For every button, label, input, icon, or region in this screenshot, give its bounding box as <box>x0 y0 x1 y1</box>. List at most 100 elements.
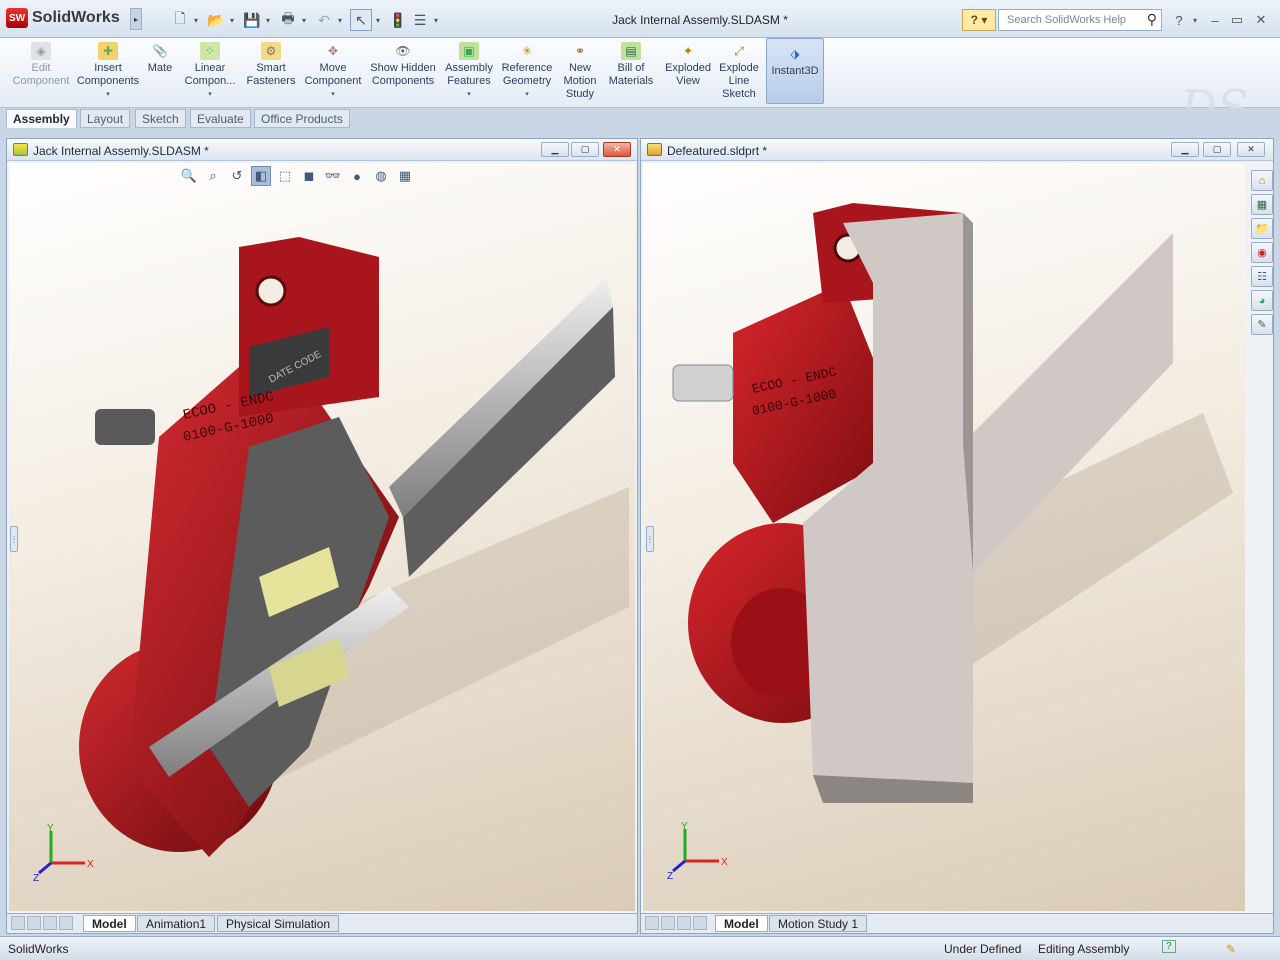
select-dropdown-icon[interactable]: ▾ <box>372 9 384 31</box>
solidworks-resources-icon[interactable]: ⌂ <box>1251 170 1273 191</box>
instant3d-button[interactable]: ⬗ Instant3D <box>766 38 824 104</box>
maximize-icon[interactable]: ▭ <box>1228 9 1246 31</box>
bill-of-materials-button[interactable]: ▤ Bill of Materials <box>604 42 658 104</box>
edit-appearance-icon[interactable]: ● <box>347 166 367 186</box>
select-pointer-icon[interactable]: ↖ <box>350 9 372 31</box>
zoom-to-area-icon[interactable]: ⌕ <box>203 166 223 186</box>
right-minimize-icon[interactable]: ▁ <box>1171 142 1199 157</box>
tab-office-products[interactable]: Office Products <box>254 109 350 128</box>
left-restore-icon[interactable]: ▢ <box>571 142 599 157</box>
exploded-view-button[interactable]: ✦ Exploded View <box>662 42 714 104</box>
open-folder-icon[interactable]: 📂 <box>206 9 226 31</box>
tab-animation1[interactable]: Animation1 <box>137 915 216 932</box>
next-tab-icon[interactable] <box>43 916 57 930</box>
triad-y-label: Y <box>47 823 54 834</box>
reference-geometry-dropdown-icon[interactable]: ▾ <box>525 88 529 101</box>
new-document-icon[interactable]: 🗋 <box>170 9 190 31</box>
assembly-features-button[interactable]: ▣ Assembly Features ▾ <box>442 42 496 104</box>
close-icon[interactable]: ✕ <box>1252 9 1270 31</box>
move-component-label: Move Component <box>304 62 362 87</box>
first-tab-icon[interactable] <box>11 916 25 930</box>
reference-geometry-button[interactable]: ✳ Reference Geometry ▾ <box>498 42 556 104</box>
help-search-input[interactable]: Search SolidWorks Help ⚲ <box>998 9 1162 31</box>
right-prev-tab-icon[interactable] <box>661 916 675 930</box>
save-icon[interactable]: 💾 <box>242 9 262 31</box>
right-panel-grip[interactable]: ⋮ <box>646 526 654 552</box>
right-next-tab-icon[interactable] <box>677 916 691 930</box>
bill-of-materials-icon: ▤ <box>621 42 641 60</box>
explode-line-sketch-icon: ⤢ <box>734 43 744 58</box>
tab-motion-study-1[interactable]: Motion Study 1 <box>769 915 868 932</box>
tab-assembly[interactable]: Assembly <box>6 109 77 128</box>
jack-assembly-section-model: ECOO - ENDC 0100-G-1000 DATE CODE <box>79 237 629 857</box>
status-help-icon[interactable]: ? <box>1162 940 1176 953</box>
move-component-dropdown-icon[interactable]: ▾ <box>331 88 335 101</box>
tab-layout[interactable]: Layout <box>80 109 131 128</box>
save-dropdown-icon[interactable]: ▾ <box>262 9 274 31</box>
mate-button[interactable]: 📎 Mate <box>142 42 178 104</box>
assembly-features-dropdown-icon[interactable]: ▾ <box>467 88 471 101</box>
move-component-button[interactable]: ✥ Move Component ▾ <box>302 42 364 104</box>
print-icon[interactable]: 🖶 <box>278 9 298 31</box>
bill-of-materials-label: Bill of Materials <box>608 62 654 87</box>
show-hidden-components-icon: 👁 <box>395 43 411 58</box>
section-view-icon[interactable]: ◧ <box>251 166 271 186</box>
status-rebuild-icon[interactable]: ✎ <box>1226 942 1236 956</box>
help-dropdown-icon[interactable]: ▾ <box>1186 9 1204 31</box>
linear-pattern-dropdown-icon[interactable]: ▾ <box>208 88 212 101</box>
last-tab-icon[interactable] <box>59 916 73 930</box>
right-graphics-area[interactable]: ECOO - ENDC 0100-G-1000 Y X Z <box>643 163 1245 911</box>
file-explorer-icon[interactable]: 📁 <box>1251 218 1273 239</box>
print-dropdown-icon[interactable]: ▾ <box>298 9 310 31</box>
linear-component-pattern-button[interactable]: ⁘ Linear Compon... ▾ <box>180 42 240 104</box>
menu-expand-button[interactable]: ▸ <box>130 8 142 30</box>
prev-tab-icon[interactable] <box>27 916 41 930</box>
apply-scene-icon[interactable]: ◍ <box>371 166 391 186</box>
view-settings-icon[interactable]: ▦ <box>395 166 415 186</box>
view-palette-icon[interactable]: ☷ <box>1251 266 1273 287</box>
display-style-icon[interactable]: ◼ <box>299 166 319 186</box>
right-first-tab-icon[interactable] <box>645 916 659 930</box>
right-last-tab-icon[interactable] <box>693 916 707 930</box>
minimize-icon[interactable]: – <box>1206 9 1224 31</box>
options-icon[interactable]: ☰ <box>410 9 430 31</box>
previous-view-icon[interactable]: ↺ <box>227 166 247 186</box>
undo-dropdown-icon[interactable]: ▾ <box>334 9 346 31</box>
right-restore-icon[interactable]: ▢ <box>1203 142 1231 157</box>
show-hidden-components-button[interactable]: 👁 Show Hidden Components <box>368 42 438 104</box>
hide-show-items-icon[interactable]: 👓 <box>323 166 343 186</box>
left-close-icon[interactable]: ✕ <box>603 142 631 157</box>
new-motion-study-label: New Motion Study <box>563 62 597 100</box>
new-dropdown-icon[interactable]: ▾ <box>190 9 202 31</box>
tab-evaluate[interactable]: Evaluate <box>190 109 251 128</box>
rebuild-traffic-light-icon[interactable]: 🚦 <box>388 9 408 31</box>
tab-sketch[interactable]: Sketch <box>135 109 186 128</box>
solidworks-logo[interactable]: SW SolidWorks <box>6 8 120 28</box>
tab-physical-simulation[interactable]: Physical Simulation <box>217 915 340 932</box>
custom-properties-icon[interactable]: ✎ <box>1251 314 1273 335</box>
tab-model-right[interactable]: Model <box>715 915 768 932</box>
left-minimize-icon[interactable]: ▁ <box>541 142 569 157</box>
left-panel-grip[interactable]: ⋮ <box>10 526 18 552</box>
defeatured-part-model: ECOO - ENDC 0100-G-1000 <box>672 203 1233 803</box>
options-dropdown-icon[interactable]: ▾ <box>430 9 442 31</box>
design-library-icon[interactable]: ▦ <box>1251 194 1273 215</box>
open-dropdown-icon[interactable]: ▾ <box>226 9 238 31</box>
right-close-icon[interactable]: ✕ <box>1237 142 1265 157</box>
left-graphics-area[interactable]: 🔍 ⌕ ↺ ◧ ⬚ ◼ 👓 ● ◍ ▦ ECOO - ENDC 0100-G-1… <box>9 163 635 911</box>
new-motion-study-button[interactable]: ⚭ New Motion Study <box>560 42 600 104</box>
view-orientation-icon[interactable]: ⬚ <box>275 166 295 186</box>
smart-fasteners-button[interactable]: ⚙ Smart Fasteners <box>244 42 298 104</box>
zoom-to-fit-icon[interactable]: 🔍 <box>179 166 199 186</box>
explode-line-sketch-button[interactable]: ⤢ Explode Line Sketch <box>716 42 762 104</box>
search-results-icon[interactable]: ◉ <box>1251 242 1273 263</box>
appearances-scenes-icon[interactable]: ◕ <box>1251 290 1273 311</box>
help-button[interactable]: ? ▾ <box>962 9 996 31</box>
right-tab-nav <box>645 916 707 930</box>
insert-components-button[interactable]: ✚ Insert Components ▾ <box>76 42 140 104</box>
tab-model-left[interactable]: Model <box>83 915 136 932</box>
undo-icon[interactable]: ↶ <box>314 9 334 31</box>
edit-component-button[interactable]: ◈ Edit Component <box>8 42 74 104</box>
insert-components-dropdown-icon[interactable]: ▾ <box>106 88 110 101</box>
search-icon[interactable]: ⚲ <box>1147 11 1157 28</box>
